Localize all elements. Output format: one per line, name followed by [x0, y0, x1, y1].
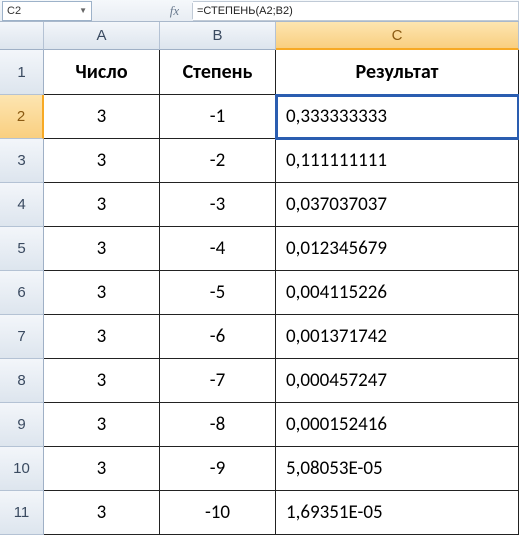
col-header-C[interactable]: C: [276, 22, 519, 50]
cell-C1[interactable]: Результат: [276, 50, 519, 95]
cell-C7[interactable]: 0,001371742: [276, 315, 519, 359]
fx-icon[interactable]: fx: [157, 3, 193, 19]
formula-text: =СТЕПЕНЬ(A2;B2): [197, 5, 293, 17]
cell-B5[interactable]: -4: [160, 227, 276, 271]
cell-A10[interactable]: 3: [44, 447, 160, 491]
cell-A11[interactable]: 3: [44, 491, 160, 535]
row-header-4[interactable]: 4: [0, 183, 44, 227]
cell-A6[interactable]: 3: [44, 271, 160, 315]
select-all-corner[interactable]: [0, 22, 44, 50]
cell-A1[interactable]: Число: [44, 50, 160, 95]
cell-C9[interactable]: 0,000152416: [276, 403, 519, 447]
cell-C11[interactable]: 1,69351E-05: [276, 491, 519, 535]
cell-B11[interactable]: -10: [160, 491, 276, 535]
cell-B1[interactable]: Степень: [160, 50, 276, 95]
cell-B10[interactable]: -9: [160, 447, 276, 491]
cell-A3[interactable]: 3: [44, 139, 160, 183]
cell-A9[interactable]: 3: [44, 403, 160, 447]
name-box[interactable]: C2 ▼: [2, 1, 92, 21]
cell-C5[interactable]: 0,012345679: [276, 227, 519, 271]
formula-bar: C2 ▼ fx =СТЕПЕНЬ(A2;B2): [0, 0, 519, 22]
cell-C6[interactable]: 0,004115226: [276, 271, 519, 315]
cell-B2[interactable]: -1: [160, 95, 276, 139]
col-header-B[interactable]: B: [160, 22, 276, 50]
row-header-2[interactable]: 2: [0, 95, 44, 139]
row-header-5[interactable]: 5: [0, 227, 44, 271]
cell-A2[interactable]: 3: [44, 95, 160, 139]
row-header-3[interactable]: 3: [0, 139, 44, 183]
cell-C2[interactable]: 0,333333333: [276, 95, 519, 139]
cell-A4[interactable]: 3: [44, 183, 160, 227]
cell-C4[interactable]: 0,037037037: [276, 183, 519, 227]
row-header-7[interactable]: 7: [0, 315, 44, 359]
cell-A8[interactable]: 3: [44, 359, 160, 403]
row-header-8[interactable]: 8: [0, 359, 44, 403]
col-header-A[interactable]: A: [44, 22, 160, 50]
row-header-6[interactable]: 6: [0, 271, 44, 315]
cell-B3[interactable]: -2: [160, 139, 276, 183]
cell-B4[interactable]: -3: [160, 183, 276, 227]
cell-C8[interactable]: 0,000457247: [276, 359, 519, 403]
formula-input[interactable]: =СТЕПЕНЬ(A2;B2): [193, 1, 519, 21]
row-header-9[interactable]: 9: [0, 403, 44, 447]
row-header-1[interactable]: 1: [0, 50, 44, 95]
cell-C10[interactable]: 5,08053E-05: [276, 447, 519, 491]
cell-B9[interactable]: -8: [160, 403, 276, 447]
cell-B6[interactable]: -5: [160, 271, 276, 315]
cell-A7[interactable]: 3: [44, 315, 160, 359]
row-header-11[interactable]: 11: [0, 491, 44, 535]
cell-B7[interactable]: -6: [160, 315, 276, 359]
cell-A5[interactable]: 3: [44, 227, 160, 271]
name-box-value: C2: [7, 5, 21, 17]
row-header-10[interactable]: 10: [0, 447, 44, 491]
dropdown-icon[interactable]: ▼: [79, 6, 87, 15]
spreadsheet-grid: A B C 1 Число Степень Результат 2 3 -1 0…: [0, 22, 519, 535]
cell-C3[interactable]: 0,111111111: [276, 139, 519, 183]
cell-B8[interactable]: -7: [160, 359, 276, 403]
